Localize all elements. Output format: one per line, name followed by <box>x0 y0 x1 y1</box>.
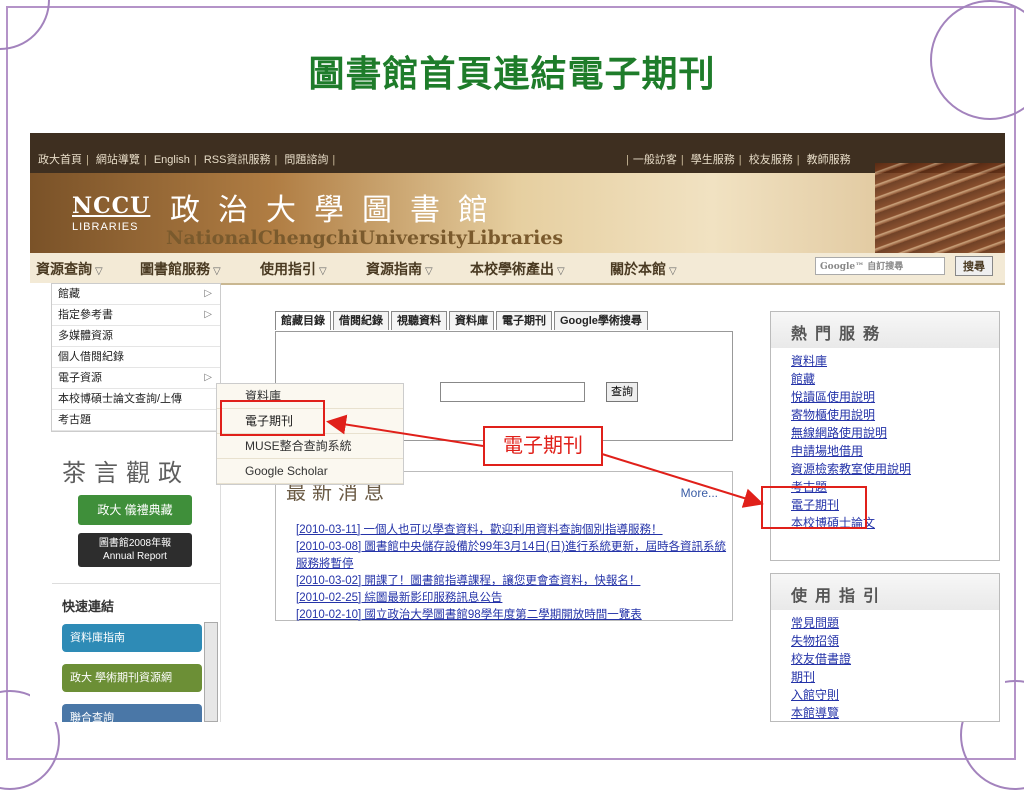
library-name-english: NationalChengchiUniversityLibraries <box>166 227 564 249</box>
news-item[interactable]: [2010-02-25] 綜圖最新影印服務訊息公告 <box>296 590 728 607</box>
quick-link-sourcestation[interactable]: 資料庫指南 SOURCESTATION <box>62 624 202 672</box>
nav-about[interactable]: 關於本館 ▽ <box>610 259 677 279</box>
user-guide-box: 使用指引 常見問題 失物招領 校友借書證 期刊 入館守則 本館導覽 <box>770 573 1000 722</box>
google-search-input[interactable]: Google™ 自訂搜尋 <box>815 257 945 275</box>
tab-borrow-record[interactable]: 借閱紀錄 <box>333 311 389 330</box>
nav-library-services[interactable]: 圖書館服務 ▽ <box>140 259 221 279</box>
guide-link-lost-found[interactable]: 失物招領 <box>791 632 851 650</box>
highlight-ejournals-submenu <box>220 400 325 436</box>
hot-link-databases[interactable]: 資料庫 <box>791 352 911 370</box>
annual-report-banner[interactable]: 圖書館2008年報 Annual Report <box>78 533 192 567</box>
hot-link-retrieval-classroom[interactable]: 資源檢索教室使用說明 <box>791 460 911 478</box>
hot-services-title: 熱門服務 <box>791 324 888 343</box>
chevron-down-icon: ▽ <box>95 266 103 277</box>
slide-title: 圖書館首頁連結電子期刊 <box>308 53 716 95</box>
guide-link-journals[interactable]: 期刊 <box>791 668 851 686</box>
chevron-down-icon: ▽ <box>425 266 433 277</box>
news-list: [2010-03-11] 一個人也可以學查資料，歡迎利用資料查詢個別指導服務！ … <box>296 522 728 624</box>
nav-user-guide[interactable]: 使用指引 ▽ <box>260 259 327 279</box>
news-item[interactable]: [2010-03-08] 圖書館中央儲存設備於99年3月14日(日)進行系統更新… <box>296 539 728 573</box>
user-guide-list: 常見問題 失物招領 校友借書證 期刊 入館守則 本館導覽 <box>791 614 851 722</box>
highlight-ejournals-hot-link <box>761 486 867 529</box>
menu-item-reserve-books[interactable]: 指定參考書 ▷ <box>52 305 220 326</box>
chevron-right-icon: ▷ <box>204 288 212 299</box>
nccu-libraries-logo[interactable]: NCCU LIBRARIES <box>72 193 157 233</box>
menu-item-thesis[interactable]: 本校博碩士論文查詢/上傳 <box>52 389 220 410</box>
google-search-button[interactable]: 搜尋 <box>955 256 993 276</box>
books-image <box>875 163 1005 263</box>
guide-link-tour[interactable]: 本館導覽 <box>791 704 851 722</box>
news-box: 最新消息 More... [2010-03-11] 一個人也可以學查資料，歡迎利… <box>275 471 733 621</box>
hot-link-collection[interactable]: 館藏 <box>791 370 911 388</box>
hot-link-lockers[interactable]: 寄物櫃使用說明 <box>791 406 911 424</box>
news-item[interactable]: [2010-03-02] 開課了！圖書館指導課程，讓您更會查資料，快報名！ <box>296 573 728 590</box>
news-item[interactable]: [2010-03-11] 一個人也可以學查資料，歡迎利用資料查詢個別指導服務！ <box>296 522 728 539</box>
search-tabs: 館藏目錄 借閱紀錄 視聽資料 資料庫 電子期刊 Google學術搜尋 <box>275 311 650 331</box>
top-utility-bar: 政大首頁 | 網站導覽 | English | RSS資訊服務 | 問題諮詢 | | 一般訪… <box>30 133 1005 173</box>
hot-link-wifi[interactable]: 無線網路使用說明 <box>791 424 911 442</box>
submenu-item-google-scholar[interactable]: Google Scholar <box>217 459 403 484</box>
nav-resource-guide[interactable]: 資源指南 ▽ <box>366 259 433 279</box>
tea-talk-banner[interactable]: 茶言觀政 <box>62 453 190 488</box>
menu-item-electronic-resources[interactable]: 電子資源 ▷ <box>52 368 220 389</box>
library-banner: NCCU LIBRARIES 政治大學圖書館 NationalChengchiU… <box>30 163 1005 263</box>
quick-link-journals[interactable]: 政大 學術期刊資源網 <box>62 664 202 692</box>
menu-item-past-exams[interactable]: 考古題 <box>52 410 220 431</box>
tab-google-scholar[interactable]: Google學術搜尋 <box>554 311 648 330</box>
ejournal-callout-label: 電子期刊 <box>483 426 603 466</box>
tab-ejournals[interactable]: 電子期刊 <box>496 311 552 330</box>
tab-databases[interactable]: 資料庫 <box>449 311 494 330</box>
menu-item-collection[interactable]: 館藏 ▷ <box>52 284 220 305</box>
etiquette-collection-banner[interactable]: 政大 儀禮典藏 <box>78 495 192 525</box>
menu-item-borrow-record[interactable]: 個人借閱紀錄 <box>52 347 220 368</box>
guide-link-entry-rules[interactable]: 入館守則 <box>791 686 851 704</box>
keyword-input[interactable] <box>440 382 585 402</box>
tab-av[interactable]: 視聽資料 <box>391 311 447 330</box>
nav-resource-search[interactable]: 資源查詢 ▽ <box>36 259 103 279</box>
hot-link-reading-area[interactable]: 悅讀區使用說明 <box>791 388 911 406</box>
quick-links-title: 快速連結 <box>62 600 115 615</box>
chevron-down-icon: ▽ <box>213 266 221 277</box>
submenu-item-muse[interactable]: MUSE整合查詢系統 <box>217 434 403 459</box>
main-nav: 資源查詢 ▽ 圖書館服務 ▽ 使用指引 ▽ 資源指南 ▽ 本校學術產出 ▽ 關於本館 ▽ G… <box>30 253 1005 285</box>
chevron-down-icon: ▽ <box>557 266 565 277</box>
chevron-down-icon: ▽ <box>669 266 677 277</box>
quick-links-scrollbar[interactable] <box>204 622 218 722</box>
tab-catalog[interactable]: 館藏目錄 <box>275 311 331 330</box>
menu-item-multimedia[interactable]: 多媒體資源 <box>52 326 220 347</box>
query-button[interactable]: 查詢 <box>606 382 638 402</box>
library-homepage-screenshot: 政大首頁 | 網站導覽 | English | RSS資訊服務 | 問題諮詢 | | 一般訪… <box>30 133 1005 722</box>
user-guide-title: 使用指引 <box>791 586 888 605</box>
quick-link-union-catalog[interactable]: 聯合查詢 <box>62 704 202 722</box>
hot-link-venue-booking[interactable]: 申請場地借用 <box>791 442 911 460</box>
quick-links: 快速連結 資料庫指南 SOURCESTATION 政大 學術期刊資源網 聯合查詢 <box>52 583 220 722</box>
news-item[interactable]: [2010-02-10] 國立政治大學圖書館98學年度第二學期開放時間一覽表 <box>296 607 728 624</box>
guide-link-alumni-card[interactable]: 校友借書證 <box>791 650 851 668</box>
chevron-right-icon: ▷ <box>204 309 212 320</box>
nav-academic-output[interactable]: 本校學術產出 ▽ <box>470 259 565 279</box>
library-name-chinese: 政治大學圖書館 <box>170 193 506 228</box>
resource-dropdown-menu: 館藏 ▷ 指定參考書 ▷ 多媒體資源 個人借閱紀錄 電子資源 ▷ 本校博碩士論文查詢/… <box>51 283 221 432</box>
chevron-right-icon: ▷ <box>204 372 212 383</box>
chevron-down-icon: ▽ <box>319 266 327 277</box>
news-more-link[interactable]: More... <box>681 486 718 500</box>
guide-link-faq[interactable]: 常見問題 <box>791 614 851 632</box>
